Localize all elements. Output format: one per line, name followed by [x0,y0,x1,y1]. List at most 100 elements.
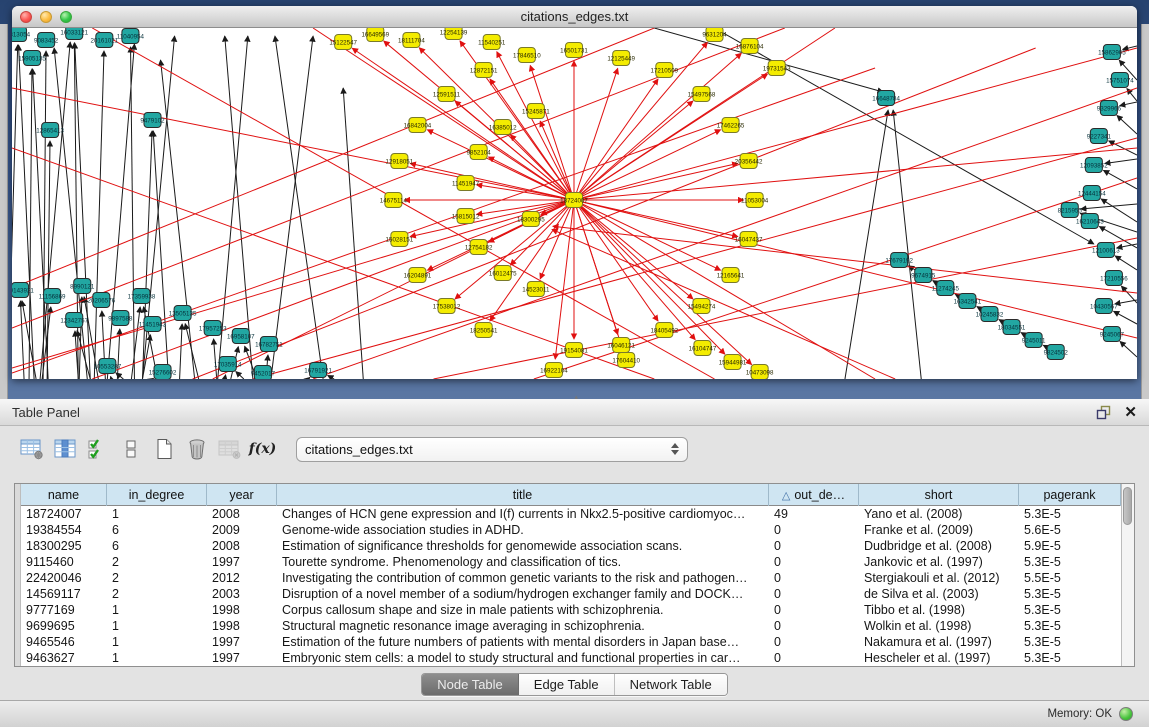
window-titlebar[interactable]: citations_edges.txt [12,6,1137,28]
graph-node[interactable]: 16958107 [227,329,255,344]
graph-node[interactable]: 20161021 [90,33,118,48]
graph-node[interactable]: 8990121 [70,279,95,294]
table-row[interactable]: 1938455462009Genome-wide association stu… [21,522,1121,538]
scrollbar-thumb[interactable] [1123,487,1132,525]
table-selector-dropdown[interactable]: citations_edges.txt [296,437,688,462]
graph-node[interactable]: 15751074 [1106,73,1134,88]
graph-node[interactable]: 11053004 [741,193,769,208]
graph-node[interactable]: 16649569 [361,28,389,42]
tab-node-table[interactable]: Node Table [422,674,519,695]
graph-node[interactable]: 9452017 [251,366,276,380]
graph-node[interactable]: 18300295 [517,212,545,227]
column-header-name[interactable]: name [21,484,107,506]
graph-node[interactable]: 20206576 [87,293,115,308]
graph-node[interactable]: 15122547 [329,35,357,50]
graph-node[interactable]: 17462265 [717,118,745,133]
graph-node[interactable]: 9631204 [702,28,727,42]
graph-node[interactable]: 11156869 [39,289,66,304]
graph-node[interactable]: 13505135 [169,306,197,321]
graph-node[interactable]: 16501731 [560,43,588,58]
graph-node[interactable]: 15815012 [452,209,480,224]
column-header-short[interactable]: short [859,484,1019,506]
column-header-title[interactable]: title [277,484,769,506]
table-row[interactable]: 969969511998Structural magnetic resonanc… [21,618,1121,634]
graph-node[interactable]: 12918051 [386,154,414,169]
graph-node[interactable]: 15245871 [522,104,550,119]
graph-node[interactable]: 9245067 [1100,327,1125,342]
memory-indicator[interactable] [1119,707,1133,721]
graph-node[interactable]: 12125449 [607,51,635,66]
graph-node[interactable]: 17359938 [128,289,156,304]
table-row[interactable]: 946554611997Estimation of the future num… [21,634,1121,650]
graph-node[interactable]: 18111704 [398,33,425,48]
graph-node[interactable]: 16782751 [255,337,283,352]
delete-table-icon[interactable] [183,435,210,463]
table-row[interactable]: 911546021997Tourette syndrome. Phenomeno… [21,554,1121,570]
graph-node[interactable]: 19143921 [12,283,34,298]
graph-node[interactable]: 16104747 [689,341,717,356]
graph-node[interactable]: 11540251 [478,35,506,50]
graph-node[interactable]: 12342757 [60,313,88,328]
graph-node[interactable]: 12100613 [1092,243,1120,258]
float-panel-icon[interactable] [1096,405,1112,420]
table-row[interactable]: 1456911722003Disruption of a novel membe… [21,586,1121,602]
graph-node[interactable]: 12591511 [433,87,461,102]
graph-node[interactable]: 16033121 [60,28,88,40]
function-builder-icon[interactable]: f(x) [249,435,276,463]
graph-node[interactable]: 11040954 [117,29,145,44]
table-row[interactable]: 2242004622012Investigating the contribut… [21,570,1121,586]
graph-node[interactable]: 8813054 [12,28,31,42]
rows-icon[interactable] [117,435,144,463]
graph-node[interactable]: 16876104 [736,39,764,54]
tab-network-table[interactable]: Network Table [615,674,727,695]
graph-node[interactable]: 9824502 [1044,345,1069,360]
graph-node[interactable]: 9245011 [1022,333,1046,348]
import-table-icon[interactable] [216,435,243,463]
vertical-scrollbar[interactable] [1121,484,1134,666]
graph-node[interactable]: 19154081 [560,343,588,358]
column-header-out_degree[interactable]: △out_de… [769,484,859,506]
graph-node[interactable]: 15497568 [688,87,716,102]
graph-node[interactable]: 16047437 [735,232,763,247]
column-header-pagerank[interactable]: pagerank [1019,484,1121,506]
table-settings-icon[interactable] [18,435,45,463]
graph-node[interactable]: 8215955 [1058,203,1083,218]
graph-node[interactable]: 9852104 [467,145,492,160]
graph-node[interactable]: 18250541 [470,323,498,338]
graph-node[interactable]: 12165641 [717,268,745,283]
table-row[interactable]: 977716911998Corpus callosum shape and si… [21,602,1121,618]
tab-edge-table[interactable]: Edge Table [519,674,615,695]
column-header-in_degree[interactable]: in_degree [107,484,207,506]
graph-node[interactable]: 17846510 [513,48,541,63]
graph-node[interactable]: 15494274 [688,299,716,314]
select-columns-icon[interactable] [51,435,78,463]
citation-network-graph[interactable]: 881305490834521603312120161021 15905135 11… [12,28,1137,379]
close-panel-icon[interactable]: ✕ [1124,405,1137,420]
table-row[interactable]: 1830029562008Estimation of significance … [21,538,1121,554]
graph-node[interactable]: 15276602 [149,365,177,380]
graph-node[interactable]: 9329966 [1097,101,1122,116]
graph-node[interactable]: 15905135 [18,51,46,66]
graph-node[interactable]: 17210509 [650,63,678,78]
new-table-icon[interactable] [150,435,177,463]
graph-node[interactable]: 9083452 [34,33,59,48]
select-all-columns-icon[interactable] [84,435,111,463]
graph-node[interactable]: 10473098 [746,365,774,380]
graph-node[interactable]: 17210556 [1100,271,1128,286]
panel-resize-handle[interactable]: ▴ [575,395,585,400]
network-canvas[interactable]: 881305490834521603312120161021 15905135 11… [12,28,1137,379]
graph-node[interactable]: 9479102 [140,113,165,128]
graph-node[interactable]: 9897588 [108,311,133,326]
cell-title: Corpus callosum shape and size in male p… [277,602,769,618]
graph-node[interactable]: 12865413 [36,123,64,138]
graph-node[interactable]: 12254139 [440,28,468,40]
graph-node[interactable]: 14675114 [380,193,408,208]
table-row[interactable]: 946362711997Embryonic stem cells: a mode… [21,650,1121,666]
graph-node[interactable]: 12444154 [1078,186,1106,201]
column-header-year[interactable]: year [207,484,277,506]
graph-node[interactable]: 12872151 [470,63,498,78]
graph-node[interactable]: 9227341 [1087,129,1112,144]
table-row[interactable]: 1872400712008Changes of HCN gene express… [21,506,1121,522]
graph-node[interactable]: 15028151 [386,232,414,247]
graph-node[interactable]: 18405492 [650,323,678,338]
